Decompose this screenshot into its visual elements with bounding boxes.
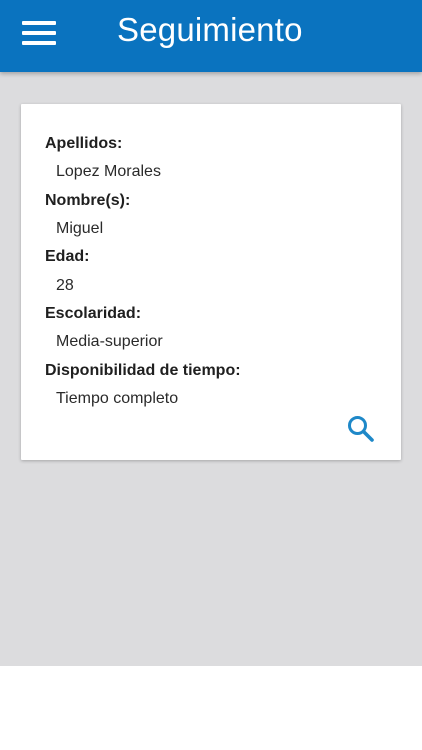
search-button[interactable] bbox=[346, 414, 376, 444]
bottom-area bbox=[0, 666, 422, 750]
disponibilidad-value: Tiempo completo bbox=[56, 390, 179, 407]
hamburger-menu-icon bbox=[22, 21, 56, 25]
nombres-label: Nombre(s): bbox=[45, 192, 131, 209]
escolaridad-label: Escolaridad: bbox=[45, 305, 142, 322]
menu-button[interactable] bbox=[22, 19, 58, 49]
edad-label: Edad: bbox=[45, 248, 90, 265]
apellidos-value: Lopez Morales bbox=[56, 163, 161, 180]
content-area: Apellidos: Lopez Morales Nombre(s): Migu… bbox=[0, 72, 422, 666]
app-screen: Seguimiento Apellidos: Lopez Morales Nom… bbox=[0, 0, 422, 750]
escolaridad-value: Media-superior bbox=[56, 333, 163, 350]
profile-card: Apellidos: Lopez Morales Nombre(s): Migu… bbox=[21, 104, 401, 460]
page-title: Seguimiento bbox=[117, 11, 303, 48]
hamburger-menu-icon-line bbox=[22, 31, 56, 35]
hamburger-menu-icon-line bbox=[22, 41, 56, 45]
edad-value: 28 bbox=[56, 277, 74, 294]
disponibilidad-label: Disponibilidad de tiempo: bbox=[45, 362, 241, 379]
apellidos-label: Apellidos: bbox=[45, 135, 123, 152]
nombres-value: Miguel bbox=[56, 220, 104, 237]
search-icon bbox=[348, 416, 374, 442]
app-bar: Seguimiento bbox=[0, 0, 422, 72]
